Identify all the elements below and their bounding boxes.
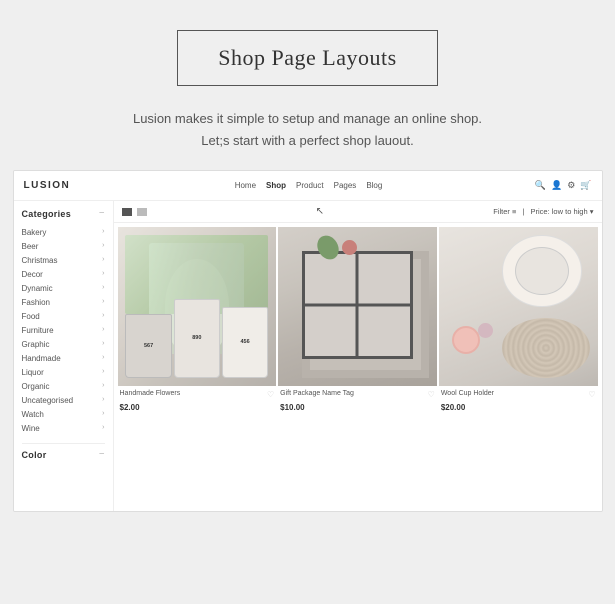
product-image-flowers[interactable]: 567 890 456	[118, 227, 277, 386]
page-title: Shop Page Layouts	[218, 45, 396, 71]
wool-flower	[452, 326, 480, 354]
nav-link-home[interactable]: Home	[235, 181, 256, 190]
sidebar-item[interactable]: Uncategorised›	[22, 393, 105, 407]
settings-icon[interactable]: ⚙	[567, 180, 575, 191]
sidebar-categories-title: Categories	[22, 209, 72, 219]
gift-background	[278, 227, 437, 386]
sidebar-item[interactable]: Bakery›	[22, 225, 105, 239]
sidebar-color-header: Color −	[22, 450, 105, 460]
product-heart-gift[interactable]: ♡	[428, 390, 435, 399]
nav-bar: LUSION Home Shop Product Pages Blog 🔍 👤 …	[14, 171, 602, 201]
nav-icons: 🔍 👤 ⚙ 🛒	[535, 180, 592, 191]
sidebar-item[interactable]: Liquor›	[22, 365, 105, 379]
sidebar-item[interactable]: Dynamic›	[22, 281, 105, 295]
sidebar-item[interactable]: Beer›	[22, 239, 105, 253]
nav-links: Home Shop Product Pages Blog	[82, 181, 534, 190]
sidebar-item[interactable]: Wine›	[22, 421, 105, 435]
sidebar-item[interactable]: Decor›	[22, 267, 105, 281]
product-price-flowers: $2.00	[118, 403, 277, 412]
nav-link-product[interactable]: Product	[296, 181, 324, 190]
products-toolbar: ↖ Filter ≡ | Price: low to high ▾	[114, 201, 602, 223]
nav-link-shop[interactable]: Shop	[266, 181, 286, 190]
sidebar-color-section: Color −	[22, 443, 105, 460]
cart-icon[interactable]: 🛒	[580, 180, 591, 191]
sort-label[interactable]: Price: low to high ▾	[531, 207, 594, 216]
product-price-gift: $10.00	[278, 403, 437, 412]
product-name-wool: Wool Cup Holder	[441, 390, 494, 397]
product-image-wool[interactable]	[439, 227, 598, 386]
wool-coaster	[502, 318, 589, 378]
search-icon[interactable]: 🔍	[535, 180, 546, 191]
wool-background	[439, 227, 598, 386]
gift-circle	[342, 240, 357, 255]
wool-small-circle	[478, 323, 493, 338]
product-card-gift: Gift Package Name Tag ♡ $10.00	[278, 227, 437, 507]
subtitle: Lusion makes it simple to setup and mana…	[133, 108, 482, 152]
products-grid: 567 890 456 Handmade Flowers ♡ $2.00	[114, 223, 602, 511]
grid-view-icon[interactable]	[122, 208, 132, 216]
user-icon[interactable]: 👤	[551, 180, 562, 191]
canister-3: 456	[222, 307, 268, 378]
shop-preview: LUSION Home Shop Product Pages Blog 🔍 👤 …	[13, 170, 603, 512]
content-area: Categories − Bakery› Beer› Christmas› De…	[14, 201, 602, 511]
product-image-gift[interactable]	[278, 227, 437, 386]
list-view-icon[interactable]	[137, 208, 147, 216]
nav-link-pages[interactable]: Pages	[334, 181, 357, 190]
product-info-flowers: Handmade Flowers ♡	[118, 386, 277, 403]
product-info-wool: Wool Cup Holder ♡	[439, 386, 598, 403]
product-heart-wool[interactable]: ♡	[588, 390, 595, 399]
nav-link-blog[interactable]: Blog	[366, 181, 382, 190]
sidebar-item[interactable]: Watch›	[22, 407, 105, 421]
top-section: Shop Page Layouts Lusion makes it simple…	[0, 0, 615, 170]
sidebar-header: Categories −	[22, 209, 105, 219]
sidebar-item[interactable]: Furniture›	[22, 323, 105, 337]
toolbar-left	[122, 208, 147, 216]
nav-logo: LUSION	[24, 180, 71, 191]
wool-cup	[502, 235, 581, 306]
product-name-flowers: Handmade Flowers	[120, 390, 181, 397]
flowers-background: 567 890 456	[118, 227, 277, 386]
product-card-wool: Wool Cup Holder ♡ $20.00	[439, 227, 598, 507]
sidebar-item[interactable]: Handmade›	[22, 351, 105, 365]
product-name-gift: Gift Package Name Tag	[280, 390, 354, 397]
sidebar-item[interactable]: Christmas›	[22, 253, 105, 267]
canisters: 567 890 456	[125, 299, 268, 378]
canister-1: 567	[125, 314, 171, 377]
product-card-flowers: 567 890 456 Handmade Flowers ♡ $2.00	[118, 227, 277, 507]
sidebar: Categories − Bakery› Beer› Christmas› De…	[14, 201, 114, 511]
sidebar-color-title: Color	[22, 450, 47, 460]
sidebar-collapse-icon[interactable]: −	[99, 209, 105, 219]
gift-ribbon-horizontal	[302, 303, 413, 306]
sidebar-item[interactable]: Fashion›	[22, 295, 105, 309]
canister-2: 890	[174, 299, 220, 378]
product-heart-flowers[interactable]: ♡	[267, 390, 274, 399]
product-info-gift: Gift Package Name Tag ♡	[278, 386, 437, 403]
title-box: Shop Page Layouts	[177, 30, 437, 86]
sidebar-item[interactable]: Organic›	[22, 379, 105, 393]
sidebar-item[interactable]: Graphic›	[22, 337, 105, 351]
toolbar-right: Filter ≡ | Price: low to high ▾	[493, 207, 593, 216]
products-area: ↖ Filter ≡ | Price: low to high ▾	[114, 201, 602, 511]
toolbar-cursor: ↖	[316, 206, 324, 217]
gift-box	[302, 251, 413, 359]
filter-label[interactable]: Filter ≡	[493, 207, 516, 216]
sidebar-item[interactable]: Food›	[22, 309, 105, 323]
product-price-wool: $20.00	[439, 403, 598, 412]
page-wrapper: Shop Page Layouts Lusion makes it simple…	[0, 0, 615, 604]
sidebar-color-collapse-icon[interactable]: −	[99, 450, 105, 460]
